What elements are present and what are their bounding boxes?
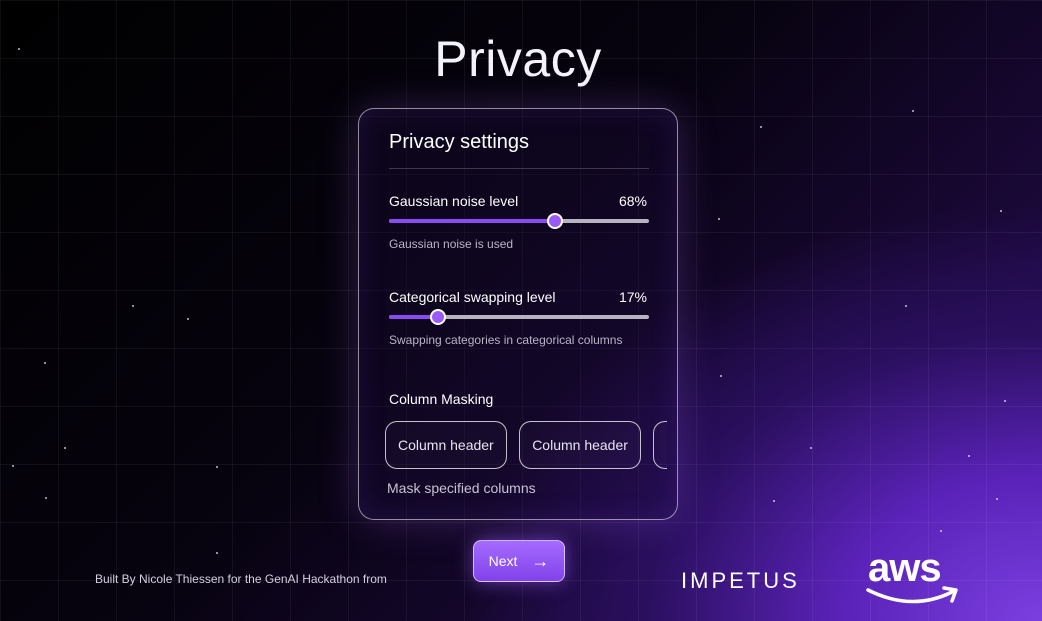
- next-label: Next: [488, 553, 518, 569]
- column-masking-hint: Mask specified columns: [387, 480, 536, 496]
- categorical-swapping-label: Categorical swapping level: [389, 289, 556, 305]
- privacy-settings-card: Privacy settings Gaussian noise level 68…: [358, 108, 678, 520]
- slider-fill: [389, 219, 556, 223]
- next-button[interactable]: Next →: [473, 540, 565, 582]
- page-title: Privacy: [434, 31, 602, 87]
- slider-thumb[interactable]: [547, 213, 564, 229]
- column-masking-title: Column Masking: [389, 391, 494, 407]
- credit-text: Built By Nicole Thiessen for the GenAI H…: [95, 572, 387, 586]
- categorical-swapping-value: 17%: [618, 289, 647, 305]
- column-chip[interactable]: Column header: [385, 421, 507, 469]
- card-title: Privacy settings: [389, 131, 530, 153]
- column-chip[interactable]: Column header: [519, 421, 641, 469]
- card-divider: [389, 168, 649, 169]
- gaussian-noise-slider[interactable]: [389, 213, 649, 229]
- column-chip[interactable]: Column header: [653, 421, 667, 469]
- column-chip-row: Column header Column header Column heade…: [385, 421, 667, 471]
- aws-logo: aws: [864, 546, 964, 610]
- categorical-swapping-slider[interactable]: [389, 309, 649, 325]
- categorical-swapping-hint: Swapping categories in categorical colum…: [389, 333, 623, 347]
- arrow-right-icon: →: [531, 551, 550, 571]
- gaussian-noise-value: 68%: [618, 193, 647, 209]
- gaussian-noise-label: Gaussian noise level: [389, 193, 519, 209]
- aws-smile-icon: [866, 586, 958, 604]
- impetus-logo: IMPETUS: [681, 568, 800, 593]
- slider-thumb[interactable]: [430, 309, 447, 325]
- gaussian-noise-hint: Gaussian noise is used: [389, 237, 514, 251]
